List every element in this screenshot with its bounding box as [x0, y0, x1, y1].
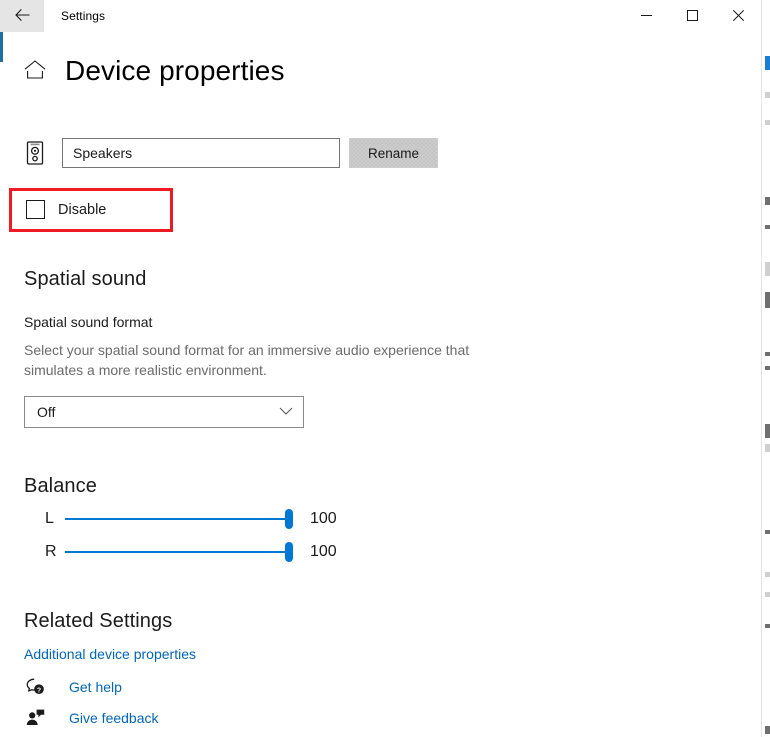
app-title: Settings — [61, 9, 105, 23]
page-header: Device properties — [24, 54, 761, 88]
maximize-button[interactable] — [669, 0, 715, 32]
device-rename-row: Rename — [24, 138, 761, 168]
maximize-icon — [687, 9, 698, 24]
balance-left-label: L — [24, 510, 58, 528]
spatial-format-selected-value: Off — [37, 404, 55, 420]
balance-heading: Balance — [24, 475, 761, 498]
close-icon — [733, 9, 744, 24]
close-button[interactable] — [715, 0, 761, 32]
minimize-button[interactable] — [623, 0, 669, 32]
footer-links: ? Get help Give feedback — [24, 671, 324, 733]
spatial-sound-heading: Spatial sound — [24, 268, 761, 291]
back-button[interactable] — [0, 0, 44, 32]
background-window-right-edge — [762, 0, 770, 737]
spatial-sound-section: Spatial sound Spatial sound format Selec… — [24, 268, 761, 428]
get-help-icon: ? — [24, 678, 46, 695]
related-settings-section: Related Settings Additional device prope… — [24, 610, 761, 664]
balance-section: Balance L 100 R 100 — [24, 475, 761, 564]
balance-right-value: 100 — [310, 543, 337, 561]
home-icon — [24, 60, 50, 82]
disable-highlight-box: Disable — [9, 188, 173, 232]
svg-text:?: ? — [36, 687, 40, 694]
speaker-icon — [24, 140, 46, 166]
spatial-format-label: Spatial sound format — [24, 314, 761, 330]
rename-button[interactable]: Rename — [349, 138, 438, 168]
balance-right-label: R — [24, 543, 58, 561]
related-settings-heading: Related Settings — [24, 610, 761, 633]
settings-window: Settings — [0, 0, 762, 737]
give-feedback-link[interactable]: Give feedback — [69, 710, 159, 726]
title-bar: Settings — [0, 0, 761, 32]
give-feedback-icon — [24, 709, 46, 726]
device-name-input[interactable] — [62, 138, 340, 168]
disable-checkbox[interactable] — [26, 200, 45, 219]
caption-buttons — [623, 0, 761, 32]
additional-device-properties-link[interactable]: Additional device properties — [24, 646, 196, 662]
disable-checkbox-row[interactable]: Disable — [26, 200, 106, 219]
balance-left-thumb[interactable] — [285, 509, 293, 529]
balance-left-track — [65, 518, 293, 520]
spatial-format-select[interactable]: Off — [24, 396, 304, 428]
balance-right-track — [65, 551, 293, 553]
balance-right-thumb[interactable] — [285, 542, 293, 562]
balance-slider-row-left: L 100 — [24, 507, 761, 531]
disable-label: Disable — [58, 202, 106, 218]
balance-left-slider[interactable] — [65, 507, 293, 531]
get-help-link[interactable]: Get help — [69, 679, 122, 695]
give-feedback-row[interactable]: Give feedback — [24, 702, 324, 733]
page-title: Device properties — [65, 54, 285, 88]
balance-slider-row-right: R 100 — [24, 540, 761, 564]
balance-right-slider[interactable] — [65, 540, 293, 564]
balance-left-value: 100 — [310, 510, 337, 528]
back-arrow-icon — [15, 8, 30, 25]
chevron-down-icon — [279, 403, 293, 421]
minimize-icon — [641, 9, 652, 24]
page-content: Device properties Rename Disable — [0, 32, 761, 737]
get-help-row[interactable]: ? Get help — [24, 671, 324, 702]
spatial-format-description: Select your spatial sound format for an … — [24, 340, 479, 380]
